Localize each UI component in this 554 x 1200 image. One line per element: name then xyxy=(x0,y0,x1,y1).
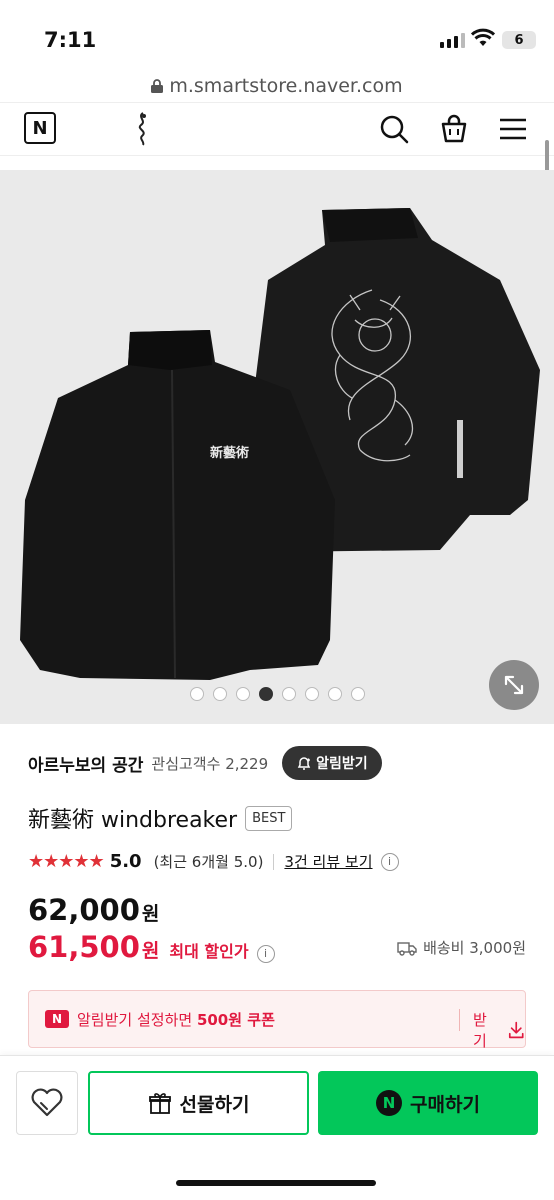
original-price-value: 62,000 xyxy=(28,893,140,927)
search-icon[interactable] xyxy=(378,113,410,145)
reviews-link[interactable]: 3건 리뷰 보기 xyxy=(284,851,372,872)
buy-button[interactable]: N 구매하기 xyxy=(318,1071,538,1135)
pagination-dot[interactable] xyxy=(327,687,342,701)
star-rating-icon: ★★★★★ xyxy=(28,851,105,872)
lock-icon xyxy=(151,79,164,93)
expand-icon xyxy=(504,675,524,695)
battery-icon: 6 xyxy=(502,31,536,49)
pagination-dot[interactable] xyxy=(212,687,227,701)
jacket-illustration: 新藝術 xyxy=(20,208,540,680)
coupon-get-label: 받기 xyxy=(473,1011,487,1050)
gift-button-label: 선물하기 xyxy=(179,1093,250,1116)
favorites-count: 관심고객수 2,229 xyxy=(151,753,268,774)
store-header: N xyxy=(0,102,554,156)
url-bar[interactable]: m.smartstore.naver.com xyxy=(0,70,554,102)
divider xyxy=(273,853,275,870)
brand-logo-icon[interactable] xyxy=(133,111,153,147)
original-price: 62,000 원 xyxy=(28,893,159,927)
alarm-button-label: 알림받기 xyxy=(316,756,368,772)
sale-price-value: 61,500 xyxy=(28,930,140,964)
coupon-get-button[interactable]: 받기 xyxy=(473,1009,525,1051)
jacket-embroidery: 新藝術 xyxy=(210,445,249,461)
buy-button-label: 구매하기 xyxy=(410,1093,480,1116)
divider xyxy=(459,1009,460,1031)
menu-icon[interactable] xyxy=(497,113,529,145)
store-name[interactable]: 아르누보의 공간 xyxy=(28,751,143,776)
pagination-dot[interactable] xyxy=(189,687,204,701)
product-title-row: 新藝術 windbreaker BEST xyxy=(28,802,293,834)
heart-icon xyxy=(31,1088,63,1117)
pagination-dot[interactable] xyxy=(350,687,365,701)
naver-coupon-icon: N xyxy=(45,1010,69,1028)
shipping-fee: 배송비 3,000원 xyxy=(423,939,526,957)
rating-row: ★★★★★ 5.0 (최근 6개월 5.0) 3건 리뷰 보기 i xyxy=(28,851,399,872)
signal-icon xyxy=(440,32,465,48)
store-info: 아르누보의 공간 관심고객수 2,229 알림받기 xyxy=(28,746,528,780)
favorites-label: 관심고객수 xyxy=(151,754,221,773)
rating-recent: (최근 6개월 5.0) xyxy=(153,853,264,871)
product-image[interactable]: 新藝術 xyxy=(0,170,554,724)
pagination-dot[interactable] xyxy=(235,687,250,701)
gift-button[interactable]: 선물하기 xyxy=(88,1071,309,1135)
gift-icon xyxy=(148,1093,171,1114)
best-badge: BEST xyxy=(245,805,293,831)
alarm-button[interactable]: 알림받기 xyxy=(282,746,382,780)
sale-price-unit: 원 xyxy=(141,940,160,962)
image-pagination[interactable] xyxy=(0,687,554,701)
naver-logo[interactable]: N xyxy=(24,112,56,144)
pagination-dot[interactable] xyxy=(304,687,319,701)
coupon-banner[interactable]: N 알림받기 설정하면 500원 쿠폰 받기 xyxy=(28,990,526,1051)
favorites-value: 2,229 xyxy=(225,754,269,773)
pagination-dot-active[interactable] xyxy=(258,687,273,701)
sale-price-label: 최대 할인가 xyxy=(169,942,249,961)
purchase-bar: 선물하기 N 구매하기 xyxy=(0,1055,554,1200)
wifi-icon xyxy=(471,28,495,46)
product-title: 新藝術 windbreaker xyxy=(28,808,238,833)
wishlist-button[interactable] xyxy=(16,1071,78,1135)
original-price-unit: 원 xyxy=(141,903,160,925)
download-icon xyxy=(508,1021,524,1039)
coupon-text: 알림받기 설정하면 500원 쿠폰 xyxy=(77,1010,275,1029)
bell-icon xyxy=(297,757,311,770)
truck-icon xyxy=(397,941,417,956)
naver-pay-icon: N xyxy=(376,1090,403,1116)
expand-image-button[interactable] xyxy=(489,660,539,710)
url-host: m.smartstore.naver.com xyxy=(169,75,403,97)
info-icon[interactable]: i xyxy=(256,944,275,963)
shipping-info: 배송비 3,000원 xyxy=(397,937,526,958)
home-indicator xyxy=(176,1180,376,1186)
shopping-bag-icon[interactable] xyxy=(438,113,470,145)
rating-score: 5.0 xyxy=(109,851,142,872)
status-bar: 7:11 6 xyxy=(0,0,554,70)
pagination-dot[interactable] xyxy=(281,687,296,701)
info-icon[interactable]: i xyxy=(380,852,399,871)
sale-price: 61,500 원 최대 할인가 i xyxy=(28,930,275,964)
status-time: 7:11 xyxy=(44,28,97,52)
